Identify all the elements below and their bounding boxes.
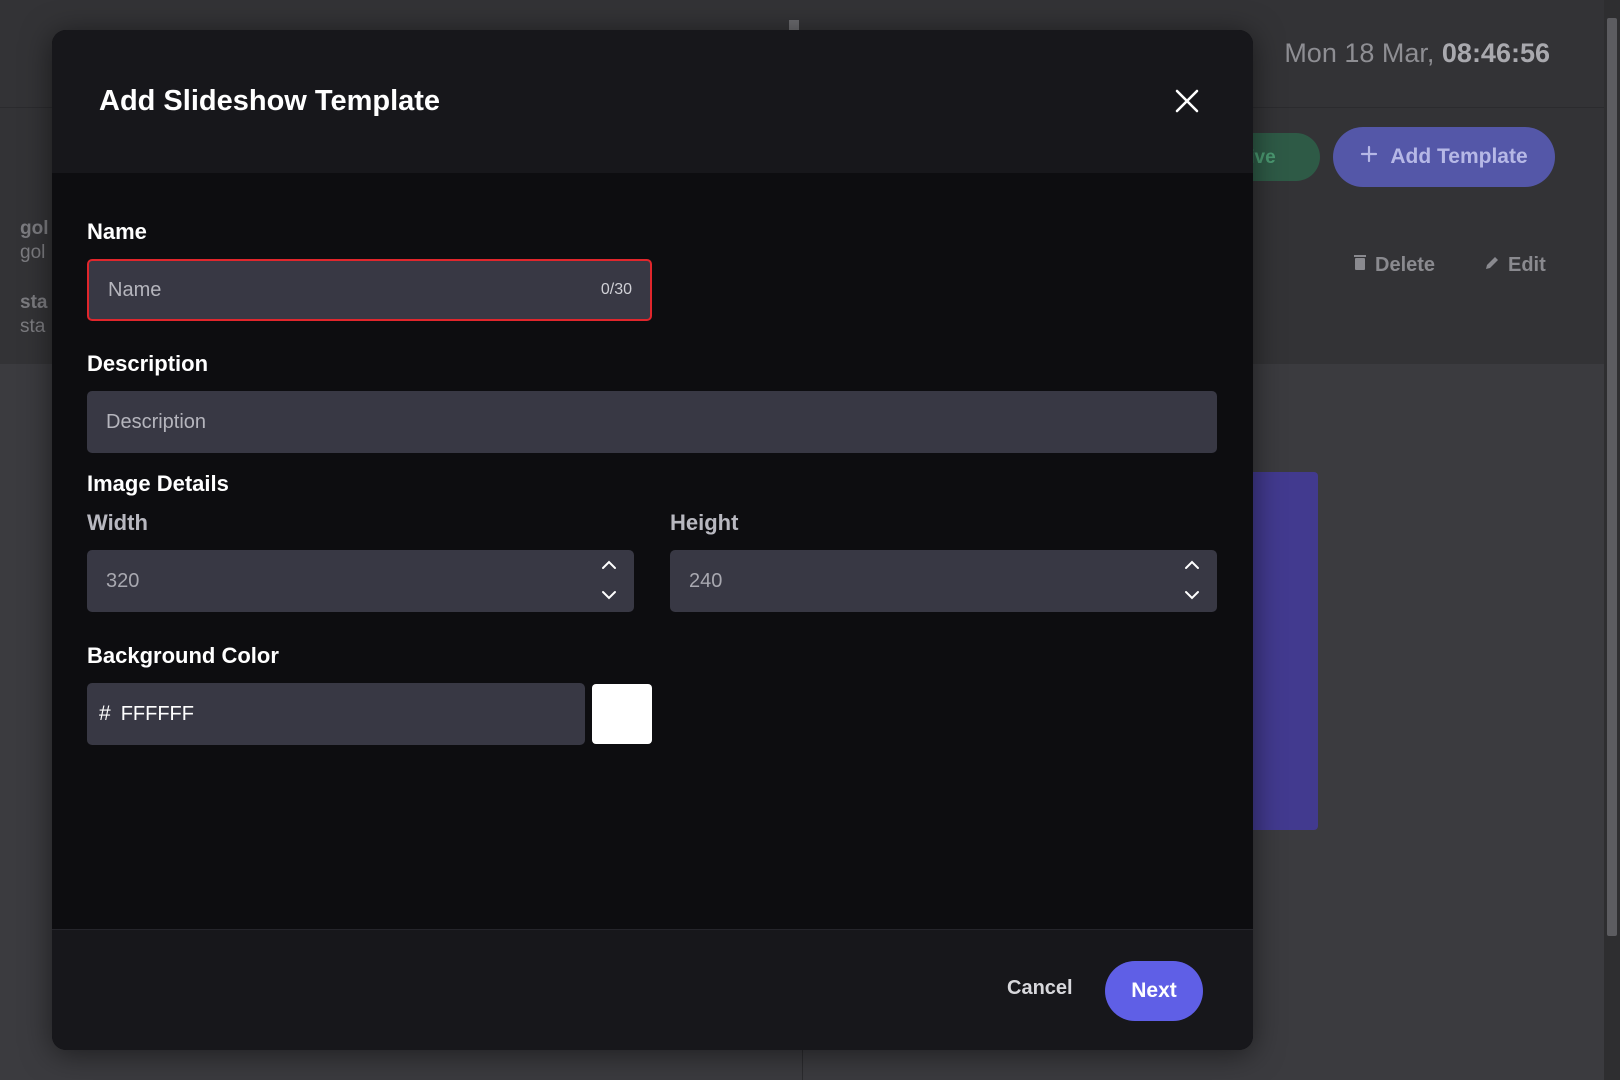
trash-icon — [1353, 254, 1367, 277]
name-char-counter: 0/30 — [600, 281, 632, 298]
width-stepper[interactable] — [598, 560, 620, 600]
edit-button[interactable]: Edit — [1484, 254, 1546, 277]
clock-date: Mon 18 Mar, — [1284, 38, 1435, 68]
color-swatch[interactable] — [592, 684, 652, 744]
name-placeholder: Name — [108, 278, 162, 301]
description-placeholder: Description — [106, 410, 207, 433]
chevron-up-icon[interactable] — [1184, 560, 1200, 570]
width-input[interactable]: 320 — [87, 550, 634, 612]
list-item[interactable]: gol gol — [0, 205, 60, 277]
chevron-down-icon[interactable] — [1184, 590, 1200, 600]
width-label: Width — [87, 510, 148, 535]
dialog-body: Name Name 0/30 Description Description I… — [52, 173, 1253, 960]
pencil-icon — [1484, 254, 1500, 277]
delete-label: Delete — [1375, 254, 1436, 276]
name-label: Name — [87, 219, 147, 244]
plus-icon — [1360, 145, 1378, 169]
close-button[interactable] — [1172, 86, 1202, 116]
cancel-button[interactable]: Cancel — [1007, 977, 1073, 1000]
close-icon — [1175, 89, 1199, 113]
delete-button[interactable]: Delete — [1353, 254, 1435, 277]
chevron-down-icon[interactable] — [601, 590, 617, 600]
edit-label: Edit — [1508, 254, 1546, 276]
template-list: gol gol sta sta — [0, 205, 60, 353]
dialog-footer: Cancel Next — [52, 929, 1253, 1050]
width-value: 320 — [106, 569, 140, 592]
chevron-up-icon[interactable] — [601, 560, 617, 570]
description-label: Description — [87, 351, 209, 376]
background-color-input[interactable]: # FFFFFF — [87, 683, 585, 745]
height-input[interactable]: 240 — [670, 550, 1217, 612]
image-details-heading: Image Details — [87, 471, 229, 496]
next-button[interactable]: Next — [1105, 961, 1203, 1021]
background-color-value: FFFFFF — [120, 702, 194, 725]
height-value: 240 — [689, 569, 723, 592]
name-input[interactable]: Name 0/30 — [87, 259, 652, 321]
page-scrollbar[interactable] — [1604, 0, 1620, 1080]
background-color-label: Background Color — [87, 643, 279, 668]
clock-time: 08:46:56 — [1441, 38, 1550, 68]
dialog-title: Add Slideshow Template — [99, 85, 441, 117]
add-template-button[interactable]: Add Template — [1333, 127, 1555, 187]
clock: Mon 18 Mar, 08:46:56 — [1284, 38, 1550, 69]
dialog-header: Add Slideshow Template — [52, 30, 1253, 173]
scrollbar-thumb[interactable] — [1607, 18, 1617, 936]
height-label: Height — [670, 510, 739, 535]
description-input[interactable]: Description — [87, 391, 1217, 453]
list-item[interactable]: sta sta — [0, 279, 60, 351]
hash-prefix: # — [99, 702, 111, 725]
add-template-label: Add Template — [1390, 145, 1528, 168]
height-stepper[interactable] — [1181, 560, 1203, 600]
drag-handle — [789, 20, 799, 30]
add-slideshow-template-dialog: Add Slideshow Template Name Name 0/30 De… — [52, 30, 1253, 1050]
